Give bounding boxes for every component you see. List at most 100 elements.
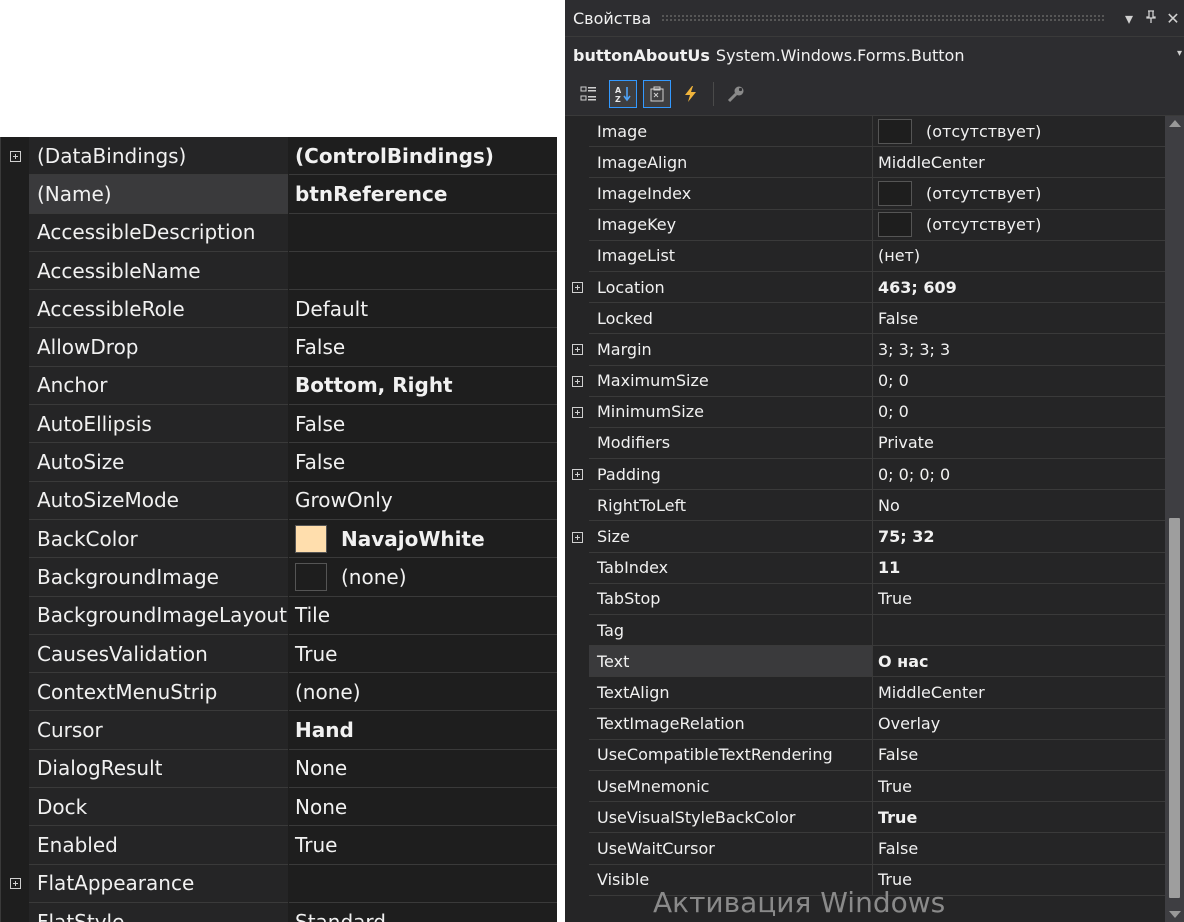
property-name[interactable]: Locked <box>589 303 872 335</box>
property-row[interactable]: (DataBindings) (ControlBindings) <box>1 137 557 176</box>
property-row[interactable]: Dock None <box>1 788 557 827</box>
property-name[interactable]: TabIndex <box>589 552 872 584</box>
events-icon[interactable] <box>677 80 705 108</box>
pin-icon[interactable] <box>1140 9 1162 28</box>
expand-plus-icon[interactable] <box>571 375 583 387</box>
property-row[interactable]: CausesValidation True <box>1 634 557 674</box>
property-value[interactable]: (отсутствует) <box>873 209 1165 241</box>
property-value[interactable] <box>289 864 557 903</box>
property-value[interactable]: No <box>873 490 1165 522</box>
property-value[interactable]: Overlay <box>873 708 1165 740</box>
property-value[interactable]: 75; 32 <box>873 521 1165 553</box>
expand-plus-icon[interactable] <box>9 878 21 890</box>
property-row[interactable]: UseMnemonic True <box>565 770 1165 803</box>
property-value[interactable]: 0; 0; 0; 0 <box>873 459 1165 491</box>
property-row[interactable]: Locked False <box>565 303 1165 335</box>
property-row[interactable]: UseVisualStyleBackColor True <box>565 802 1165 834</box>
property-name[interactable]: Dock <box>29 788 288 827</box>
property-name[interactable]: FlatAppearance <box>29 864 288 903</box>
alphabetical-icon[interactable]: A Z <box>609 80 637 108</box>
property-name[interactable]: Padding <box>589 459 872 491</box>
property-row[interactable]: ImageKey (отсутствует) <box>565 209 1165 241</box>
property-name[interactable]: BackgroundImage <box>29 558 288 597</box>
property-row[interactable]: AutoEllipsis False <box>1 405 557 444</box>
property-row[interactable]: UseCompatibleTextRendering False <box>565 739 1165 771</box>
property-value[interactable]: 0; 0 <box>873 396 1165 428</box>
property-value[interactable]: (отсутствует) <box>873 178 1165 210</box>
property-row[interactable]: AccessibleName <box>1 251 557 291</box>
properties-icon[interactable] <box>643 80 671 108</box>
property-value[interactable]: Bottom, Right <box>289 366 557 406</box>
vertical-scrollbar[interactable] <box>1165 116 1184 922</box>
property-name[interactable]: Visible <box>589 864 872 896</box>
property-name[interactable]: Size <box>589 521 872 553</box>
object-selector[interactable]: buttonAboutUs System.Windows.Forms.Butto… <box>565 36 1184 73</box>
window-menu-dropdown-icon[interactable]: ▾ <box>1118 9 1140 28</box>
property-name[interactable]: Location <box>589 271 872 304</box>
property-name[interactable]: RightToLeft <box>589 490 872 522</box>
property-row[interactable]: MinimumSize 0; 0 <box>565 396 1165 428</box>
property-name[interactable]: AutoEllipsis <box>29 405 288 444</box>
property-value[interactable]: True <box>289 826 557 865</box>
property-name[interactable]: Margin <box>589 334 872 366</box>
property-name[interactable]: MinimumSize <box>589 396 872 428</box>
property-row[interactable]: ImageIndex (отсутствует) <box>565 178 1165 210</box>
property-row[interactable]: MaximumSize 0; 0 <box>565 365 1165 397</box>
property-name[interactable]: UseCompatibleTextRendering <box>589 739 872 771</box>
property-value[interactable]: btnReference <box>289 175 557 214</box>
property-row[interactable]: ContextMenuStrip (none) <box>1 673 557 712</box>
property-name[interactable]: Anchor <box>29 366 288 406</box>
property-row[interactable]: BackgroundImageLayout Tile <box>1 596 557 635</box>
property-name[interactable]: ImageList <box>589 240 872 272</box>
property-name[interactable]: AccessibleDescription <box>29 213 288 252</box>
scroll-up-icon[interactable] <box>1169 120 1181 127</box>
property-name[interactable]: ImageKey <box>589 209 872 241</box>
expand-plus-icon[interactable] <box>571 531 583 543</box>
property-value[interactable]: 463; 609 <box>873 271 1165 304</box>
property-name[interactable]: Modifiers <box>589 427 872 460</box>
property-value[interactable]: (нет) <box>873 240 1165 272</box>
property-value[interactable]: Standard <box>289 902 557 922</box>
property-value[interactable]: (none) <box>289 673 557 712</box>
property-row[interactable]: FlatStyle Standard <box>1 902 557 922</box>
property-name[interactable]: Image <box>589 116 872 148</box>
property-name[interactable]: CausesValidation <box>29 634 288 674</box>
properties-titlebar[interactable]: Свойства ▾ ✕ <box>565 0 1184 36</box>
property-value[interactable]: MiddleCenter <box>873 147 1165 179</box>
property-name[interactable]: AllowDrop <box>29 328 288 367</box>
property-name[interactable]: Text <box>589 646 872 678</box>
property-row[interactable]: FlatAppearance <box>1 864 557 903</box>
property-row[interactable]: Location 463; 609 <box>565 271 1165 304</box>
property-name[interactable]: ImageAlign <box>589 147 872 179</box>
property-row[interactable]: Modifiers Private <box>565 427 1165 460</box>
property-value[interactable]: False <box>873 303 1165 335</box>
property-value[interactable]: True <box>873 770 1165 803</box>
property-value[interactable]: Hand <box>289 711 557 750</box>
property-value[interactable]: 0; 0 <box>873 365 1165 397</box>
property-value[interactable]: False <box>289 405 557 444</box>
property-name[interactable]: MaximumSize <box>589 365 872 397</box>
property-row[interactable]: (Name) btnReference <box>1 175 557 214</box>
categorized-icon[interactable] <box>575 80 603 108</box>
property-row[interactable]: Anchor Bottom, Right <box>1 366 557 406</box>
property-row[interactable]: RightToLeft No <box>565 490 1165 522</box>
property-value[interactable]: Private <box>873 427 1165 460</box>
property-value[interactable] <box>873 615 1165 647</box>
property-row[interactable]: ImageList (нет) <box>565 240 1165 272</box>
property-value[interactable]: Tile <box>289 596 557 635</box>
property-value[interactable]: True <box>873 583 1165 615</box>
property-value[interactable]: (ControlBindings) <box>289 137 557 176</box>
property-value[interactable]: 3; 3; 3; 3 <box>873 334 1165 366</box>
property-row[interactable]: Cursor Hand <box>1 711 557 750</box>
property-name[interactable]: UseMnemonic <box>589 770 872 803</box>
property-value[interactable]: None <box>289 788 557 827</box>
property-row[interactable]: AutoSizeMode GrowOnly <box>1 481 557 520</box>
property-value[interactable]: False <box>289 443 557 482</box>
property-name[interactable]: AccessibleName <box>29 251 288 291</box>
property-row[interactable]: AutoSize False <box>1 443 557 482</box>
property-row[interactable]: TabIndex 11 <box>565 552 1165 584</box>
property-value[interactable]: (none) <box>289 558 557 597</box>
property-row[interactable]: Tag <box>565 615 1165 647</box>
expand-plus-icon[interactable] <box>9 150 21 162</box>
property-row[interactable]: Visible True <box>565 864 1165 896</box>
